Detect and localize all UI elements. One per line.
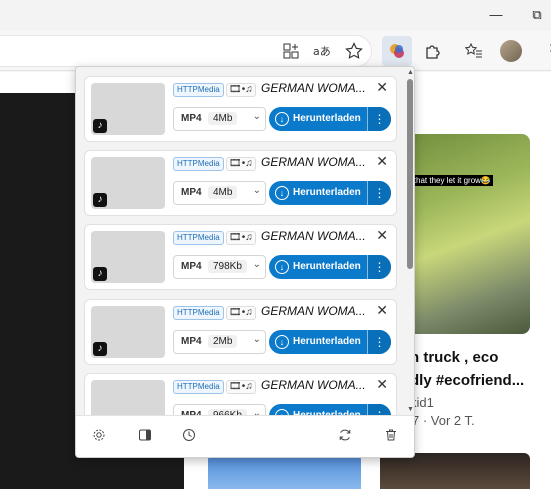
format-select[interactable]: MP4 966Kb ⌄ xyxy=(173,404,266,415)
format-select[interactable]: MP4 4Mb ⌄ xyxy=(173,107,266,131)
favorite-star-icon[interactable] xyxy=(342,39,366,63)
download-label: Herunterladen xyxy=(293,336,361,347)
close-icon[interactable]: ✕ xyxy=(376,376,388,393)
media-item: ♪ HTTPMedia 🎞•♫ GERMAN WOMA... ✕ MP4 966… xyxy=(84,373,397,415)
grid-plus-icon[interactable] xyxy=(279,39,303,63)
video-audio-icon: 🎞•♫ xyxy=(226,306,256,320)
popup-footer xyxy=(76,415,414,457)
puzzle-extensions-icon[interactable] xyxy=(421,39,445,63)
settings-icon[interactable] xyxy=(90,428,108,446)
profile-avatar[interactable] xyxy=(500,40,522,62)
source-badge: HTTPMedia xyxy=(173,231,224,245)
chevron-down-icon: ⌄ xyxy=(252,185,261,196)
format-label: MP4 xyxy=(181,336,202,347)
browser-toolbar: aあ xyxy=(0,31,551,71)
more-menu-icon[interactable] xyxy=(540,39,551,63)
close-icon[interactable]: ✕ xyxy=(376,153,388,170)
media-list: ♪ HTTPMedia 🎞•♫ GERMAN WOMA... ✕ MP4 4Mb… xyxy=(76,67,406,415)
file-size: 2Mb xyxy=(208,335,238,348)
trash-icon[interactable] xyxy=(382,428,400,446)
close-icon[interactable]: ✕ xyxy=(376,79,388,96)
file-size: 4Mb xyxy=(208,186,238,199)
format-select[interactable]: MP4 2Mb ⌄ xyxy=(173,330,266,354)
download-label: Herunterladen xyxy=(293,113,361,124)
read-aloud-icon[interactable]: aあ xyxy=(310,39,334,63)
source-badge: HTTPMedia xyxy=(173,83,224,97)
video-audio-icon: 🎞•♫ xyxy=(226,83,256,97)
download-icon: ↓ xyxy=(275,186,289,200)
more-options-icon[interactable]: ⋮ xyxy=(368,404,391,415)
chevron-down-icon: ⌄ xyxy=(252,408,261,415)
sidebar-panel-icon[interactable] xyxy=(136,428,154,446)
source-badge: HTTPMedia xyxy=(173,380,224,394)
format-label: MP4 xyxy=(181,187,202,198)
chevron-down-icon: ⌄ xyxy=(252,111,261,122)
download-label: Herunterladen xyxy=(293,187,361,198)
media-thumbnail: ♪ xyxy=(91,380,165,415)
svg-text:aあ: aあ xyxy=(313,45,331,58)
close-icon[interactable]: ✕ xyxy=(376,302,388,319)
media-title: GERMAN WOMA... xyxy=(261,304,366,318)
media-item: ♪ HTTPMedia 🎞•♫ GERMAN WOMA... ✕ MP4 2Mb… xyxy=(84,299,397,365)
more-options-icon[interactable]: ⋮ xyxy=(368,330,391,354)
download-label: Herunterladen xyxy=(293,261,361,272)
media-item: ♪ HTTPMedia 🎞•♫ GERMAN WOMA... ✕ MP4 4Mb… xyxy=(84,150,397,216)
media-thumbnail: ♪ xyxy=(91,306,165,358)
download-button[interactable]: ↓ Herunterladen ⋮ xyxy=(269,107,391,131)
download-button[interactable]: ↓ Herunterladen ⋮ xyxy=(269,255,391,279)
restore-button[interactable]: ⧉ xyxy=(528,6,546,24)
format-select[interactable]: MP4 4Mb ⌄ xyxy=(173,181,266,205)
video-audio-icon: 🎞•♫ xyxy=(226,380,256,394)
title-bar: — ⧉ xyxy=(0,0,551,31)
scroll-up-icon[interactable]: ▲ xyxy=(407,69,414,76)
source-badge: HTTPMedia xyxy=(173,306,224,320)
file-size: 798Kb xyxy=(208,260,247,273)
more-options-icon[interactable]: ⋮ xyxy=(368,107,391,131)
video-date: 7 · Vor 2 T. xyxy=(412,413,475,428)
media-title: GERMAN WOMA... xyxy=(261,229,366,243)
download-button[interactable]: ↓ Herunterladen ⋮ xyxy=(269,330,391,354)
close-icon[interactable]: ✕ xyxy=(376,227,388,244)
media-thumbnail: ♪ xyxy=(91,83,165,135)
refresh-icon[interactable] xyxy=(336,428,354,446)
scroll-down-icon[interactable]: ▼ xyxy=(407,406,414,413)
history-icon[interactable] xyxy=(180,428,198,446)
media-item: ♪ HTTPMedia 🎞•♫ GERMAN WOMA... ✕ MP4 4Mb… xyxy=(84,76,397,142)
media-item: ♪ HTTPMedia 🎞•♫ GERMAN WOMA... ✕ MP4 798… xyxy=(84,224,397,290)
more-options-icon[interactable]: ⋮ xyxy=(368,255,391,279)
video-thumbnail-3[interactable] xyxy=(380,453,530,489)
download-icon: ↓ xyxy=(275,260,289,274)
download-icon: ↓ xyxy=(275,112,289,126)
more-options-icon[interactable]: ⋮ xyxy=(368,181,391,205)
media-title: GERMAN WOMA... xyxy=(261,155,366,169)
media-title: GERMAN WOMA... xyxy=(261,81,366,95)
media-thumbnail: ♪ xyxy=(91,157,165,209)
scroll-thumb[interactable] xyxy=(407,79,413,269)
media-title: GERMAN WOMA... xyxy=(261,378,366,392)
tiktok-logo-icon: ♪ xyxy=(93,119,107,133)
media-downloader-popup: ♪ HTTPMedia 🎞•♫ GERMAN WOMA... ✕ MP4 4Mb… xyxy=(75,66,415,458)
source-badge: HTTPMedia xyxy=(173,157,224,171)
scrollbar[interactable]: ▲ ▼ xyxy=(405,67,414,415)
format-label: MP4 xyxy=(181,261,202,272)
video-audio-icon: 🎞•♫ xyxy=(226,157,256,171)
favorites-list-icon[interactable] xyxy=(462,39,486,63)
media-extension-icon[interactable] xyxy=(382,36,412,66)
format-select[interactable]: MP4 798Kb ⌄ xyxy=(173,255,266,279)
download-button[interactable]: ↓ Herunterladen ⋮ xyxy=(269,404,391,415)
video-thumbnail-2[interactable] xyxy=(208,454,361,489)
video-title[interactable]: n truck , eco dly #ecofriend... xyxy=(410,346,524,392)
download-button[interactable]: ↓ Herunterladen ⋮ xyxy=(269,181,391,205)
chevron-down-icon: ⌄ xyxy=(252,259,261,270)
media-thumbnail: ♪ xyxy=(91,231,165,283)
download-icon: ↓ xyxy=(275,335,289,349)
minimize-button[interactable]: — xyxy=(487,6,505,24)
file-size: 4Mb xyxy=(208,112,238,125)
video-audio-icon: 🎞•♫ xyxy=(226,231,256,245)
chevron-down-icon: ⌄ xyxy=(252,334,261,345)
tiktok-logo-icon: ♪ xyxy=(93,342,107,356)
format-label: MP4 xyxy=(181,113,202,124)
tiktok-logo-icon: ♪ xyxy=(93,267,107,281)
tiktok-logo-icon: ♪ xyxy=(93,193,107,207)
